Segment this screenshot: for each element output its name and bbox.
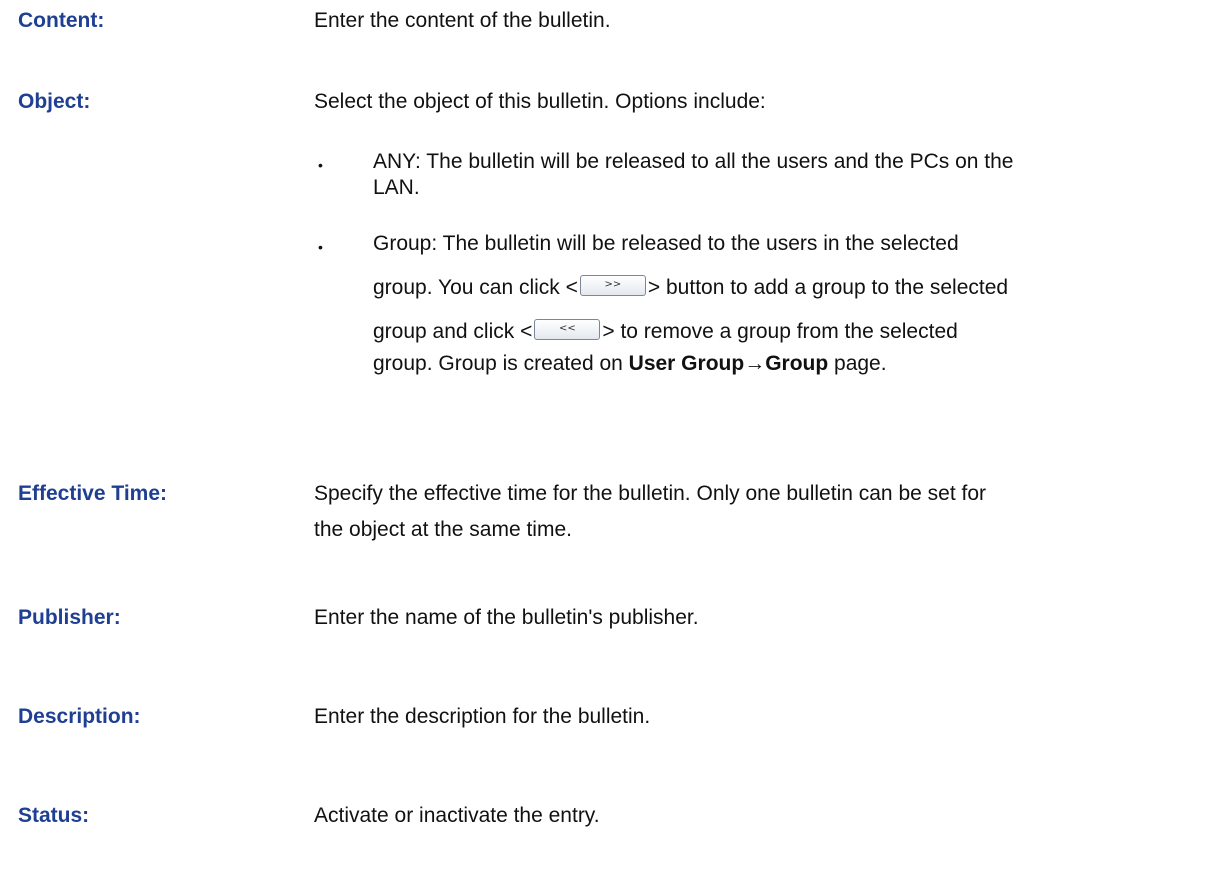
desc-effective-time-line2: the object at the same time.: [314, 518, 572, 541]
bullet-group-line1: Group: The bulletin will be released to …: [373, 232, 959, 255]
term-object: Object:: [18, 90, 91, 113]
bullet-group-line2: group. You can click < >> > button to add …: [373, 274, 1009, 299]
bullet-any-line1: ANY: The bulletin will be released to al…: [373, 150, 1014, 173]
term-effective-time: Effective Time:: [18, 482, 167, 505]
desc-content: Enter the content of the bulletin.: [314, 9, 611, 32]
term-publisher: Publisher:: [18, 606, 121, 629]
arrow-icon: →: [744, 352, 766, 375]
menu-path-user-group: User Group: [628, 352, 745, 375]
bullet-marker-group: •: [318, 239, 323, 255]
term-content: Content:: [18, 9, 105, 32]
document-page: { "content": { "term": "Content:", "desc…: [0, 0, 1221, 883]
menu-path-group: Group: [765, 352, 829, 375]
bullet-any: ANY: The bulletin will be released to al…: [373, 149, 1205, 201]
bullet-marker-any: •: [318, 157, 323, 173]
remove-group-button-image: <<: [534, 318, 601, 340]
bullet-group: Group: The bulletin will be released to …: [373, 231, 1205, 377]
bullet-group-line4: group. Group is created on User Group→Gr…: [373, 352, 887, 375]
term-description: Description:: [18, 705, 141, 728]
desc-effective-time: Specify the effective time for the bulle…: [314, 481, 1205, 543]
term-status: Status:: [18, 804, 90, 827]
desc-object: Select the object of this bulletin. Opti…: [314, 90, 766, 113]
bullet-any-line2: LAN.: [373, 176, 420, 199]
bullet-group-line3: group and click < << > to remove a group f…: [373, 318, 958, 343]
desc-description: Enter the description for the bulletin.: [314, 705, 651, 728]
desc-publisher: Enter the name of the bulletin's publish…: [314, 606, 699, 629]
add-group-button-image: >>: [579, 274, 646, 296]
desc-status: Activate or inactivate the entry.: [314, 804, 600, 827]
desc-effective-time-line1: Specify the effective time for the bulle…: [314, 482, 986, 505]
